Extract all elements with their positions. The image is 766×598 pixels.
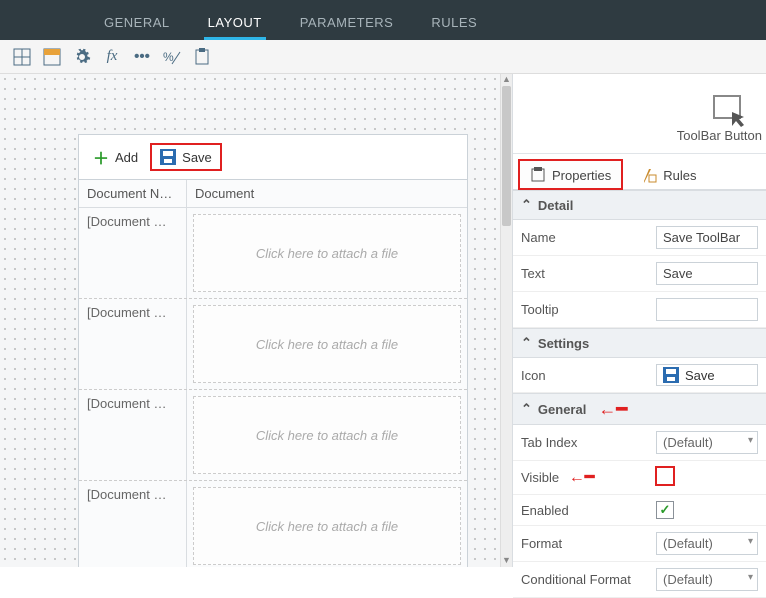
section-detail-label: Detail (538, 198, 573, 213)
field-tabindex-label: Tab Index (521, 435, 656, 450)
nav-tab-general[interactable]: GENERAL (100, 15, 174, 40)
scroll-thumb[interactable] (502, 86, 511, 226)
column-header-document[interactable]: Document (187, 180, 467, 207)
chevron-up-icon: ⌃ (521, 335, 532, 351)
chevron-up-icon: ⌃ (521, 401, 532, 417)
attach-dropzone[interactable]: Click here to attach a file (193, 305, 461, 383)
icon-toolbar: fx ••• % (0, 40, 766, 74)
add-button[interactable]: ＋ Add (85, 141, 146, 173)
gear-icon[interactable] (72, 47, 92, 67)
element-preview: ToolBar Button (513, 74, 766, 154)
icon-picker-value: Save (685, 368, 715, 383)
section-general[interactable]: ⌃ General ━ (513, 393, 766, 425)
field-tooltip: Tooltip (513, 292, 766, 328)
field-icon: Icon Save (513, 358, 766, 393)
field-tabindex-select[interactable]: (Default) (656, 431, 758, 454)
control-toolbar: ＋ Add Save (79, 135, 467, 180)
field-tabindex: Tab Index (Default) (513, 425, 766, 461)
grid-icon[interactable] (12, 47, 32, 67)
scroll-down-icon[interactable]: ▼ (501, 555, 512, 567)
fx-icon[interactable]: fx (102, 47, 122, 67)
field-format-label: Format (521, 536, 656, 551)
field-conditional-format-select[interactable]: (Default) (656, 568, 758, 591)
svg-text:%: % (163, 50, 174, 64)
annotation-arrow-visible: ━ (569, 470, 595, 486)
grid-accent-icon[interactable] (42, 47, 62, 67)
section-general-label: General (538, 402, 586, 417)
field-name: Name (513, 220, 766, 256)
element-type-label: ToolBar Button (677, 128, 766, 143)
field-text-label: Text (521, 266, 656, 281)
control-container[interactable]: ＋ Add Save Document N… Document [Doc (78, 134, 468, 567)
save-button-label: Save (182, 150, 212, 165)
rules-icon (641, 167, 657, 183)
nav-tab-rules[interactable]: RULES (427, 15, 481, 40)
field-name-input[interactable] (656, 226, 758, 249)
table-row: [Document … Click here to attach a file (79, 299, 467, 390)
scroll-up-icon[interactable]: ▲ (501, 74, 512, 86)
save-button[interactable]: Save (156, 147, 216, 167)
tab-properties[interactable]: Properties (519, 160, 622, 189)
table-row: [Document … Click here to attach a file (79, 481, 467, 567)
tab-properties-label: Properties (552, 168, 611, 183)
table-row: [Document … Click here to attach a file (79, 390, 467, 481)
nav-tab-layout[interactable]: LAYOUT (204, 15, 266, 40)
properties-panel: ToolBar Button Properties Rules ⌃ Detail… (512, 74, 766, 567)
nav-tab-parameters[interactable]: PARAMETERS (296, 15, 398, 40)
attach-dropzone[interactable]: Click here to attach a file (193, 214, 461, 292)
save-icon (160, 149, 176, 165)
properties-icon (530, 167, 546, 183)
paste-icon[interactable] (192, 47, 212, 67)
section-settings[interactable]: ⌃ Settings (513, 328, 766, 358)
table-row: [Document … Click here to attach a file (79, 208, 467, 299)
field-text: Text (513, 256, 766, 292)
chevron-up-icon: ⌃ (521, 197, 532, 213)
row-label[interactable]: [Document … (79, 481, 187, 567)
field-format-select[interactable]: (Default) (656, 532, 758, 555)
field-conditional-format-label: Conditional Format (521, 572, 656, 587)
plus-icon: ＋ (93, 145, 109, 169)
percent-icon[interactable]: % (162, 47, 182, 67)
field-enabled: Enabled (513, 495, 766, 526)
annotation-arrow-general: ━ (598, 400, 627, 418)
field-enabled-label: Enabled (521, 503, 656, 518)
properties-tabbar: Properties Rules (513, 154, 766, 190)
attach-dropzone[interactable]: Click here to attach a file (193, 487, 461, 565)
row-label[interactable]: [Document … (79, 390, 187, 480)
visible-checkbox[interactable] (656, 467, 674, 485)
field-text-input[interactable] (656, 262, 758, 285)
top-nav: GENERAL LAYOUT PARAMETERS RULES (0, 0, 766, 40)
field-name-label: Name (521, 230, 656, 245)
field-visible: Visible ━ (513, 461, 766, 495)
column-headers: Document N… Document (79, 180, 467, 208)
cursor-icon (712, 94, 766, 128)
enabled-checkbox[interactable] (656, 501, 674, 519)
row-label[interactable]: [Document … (79, 208, 187, 298)
tab-rules-label: Rules (663, 168, 696, 183)
icon-picker[interactable]: Save (656, 364, 758, 386)
attach-dropzone[interactable]: Click here to attach a file (193, 396, 461, 474)
section-settings-label: Settings (538, 336, 589, 351)
save-button-highlight: Save (150, 143, 222, 171)
ellipsis-icon[interactable]: ••• (132, 47, 152, 67)
field-conditional-format: Conditional Format (Default) (513, 562, 766, 598)
tab-rules[interactable]: Rules (630, 160, 707, 189)
canvas-scrollbar[interactable]: ▲ ▼ (500, 74, 512, 567)
add-button-label: Add (115, 150, 138, 165)
field-tooltip-label: Tooltip (521, 302, 656, 317)
row-label[interactable]: [Document … (79, 299, 187, 389)
field-format: Format (Default) (513, 526, 766, 562)
column-header-name[interactable]: Document N… (79, 180, 187, 207)
design-canvas[interactable]: ＋ Add Save Document N… Document [Doc (0, 74, 512, 567)
field-icon-label: Icon (521, 368, 656, 383)
field-tooltip-input[interactable] (656, 298, 758, 321)
section-detail[interactable]: ⌃ Detail (513, 190, 766, 220)
save-icon (663, 367, 679, 383)
field-visible-label: Visible ━ (521, 470, 656, 486)
